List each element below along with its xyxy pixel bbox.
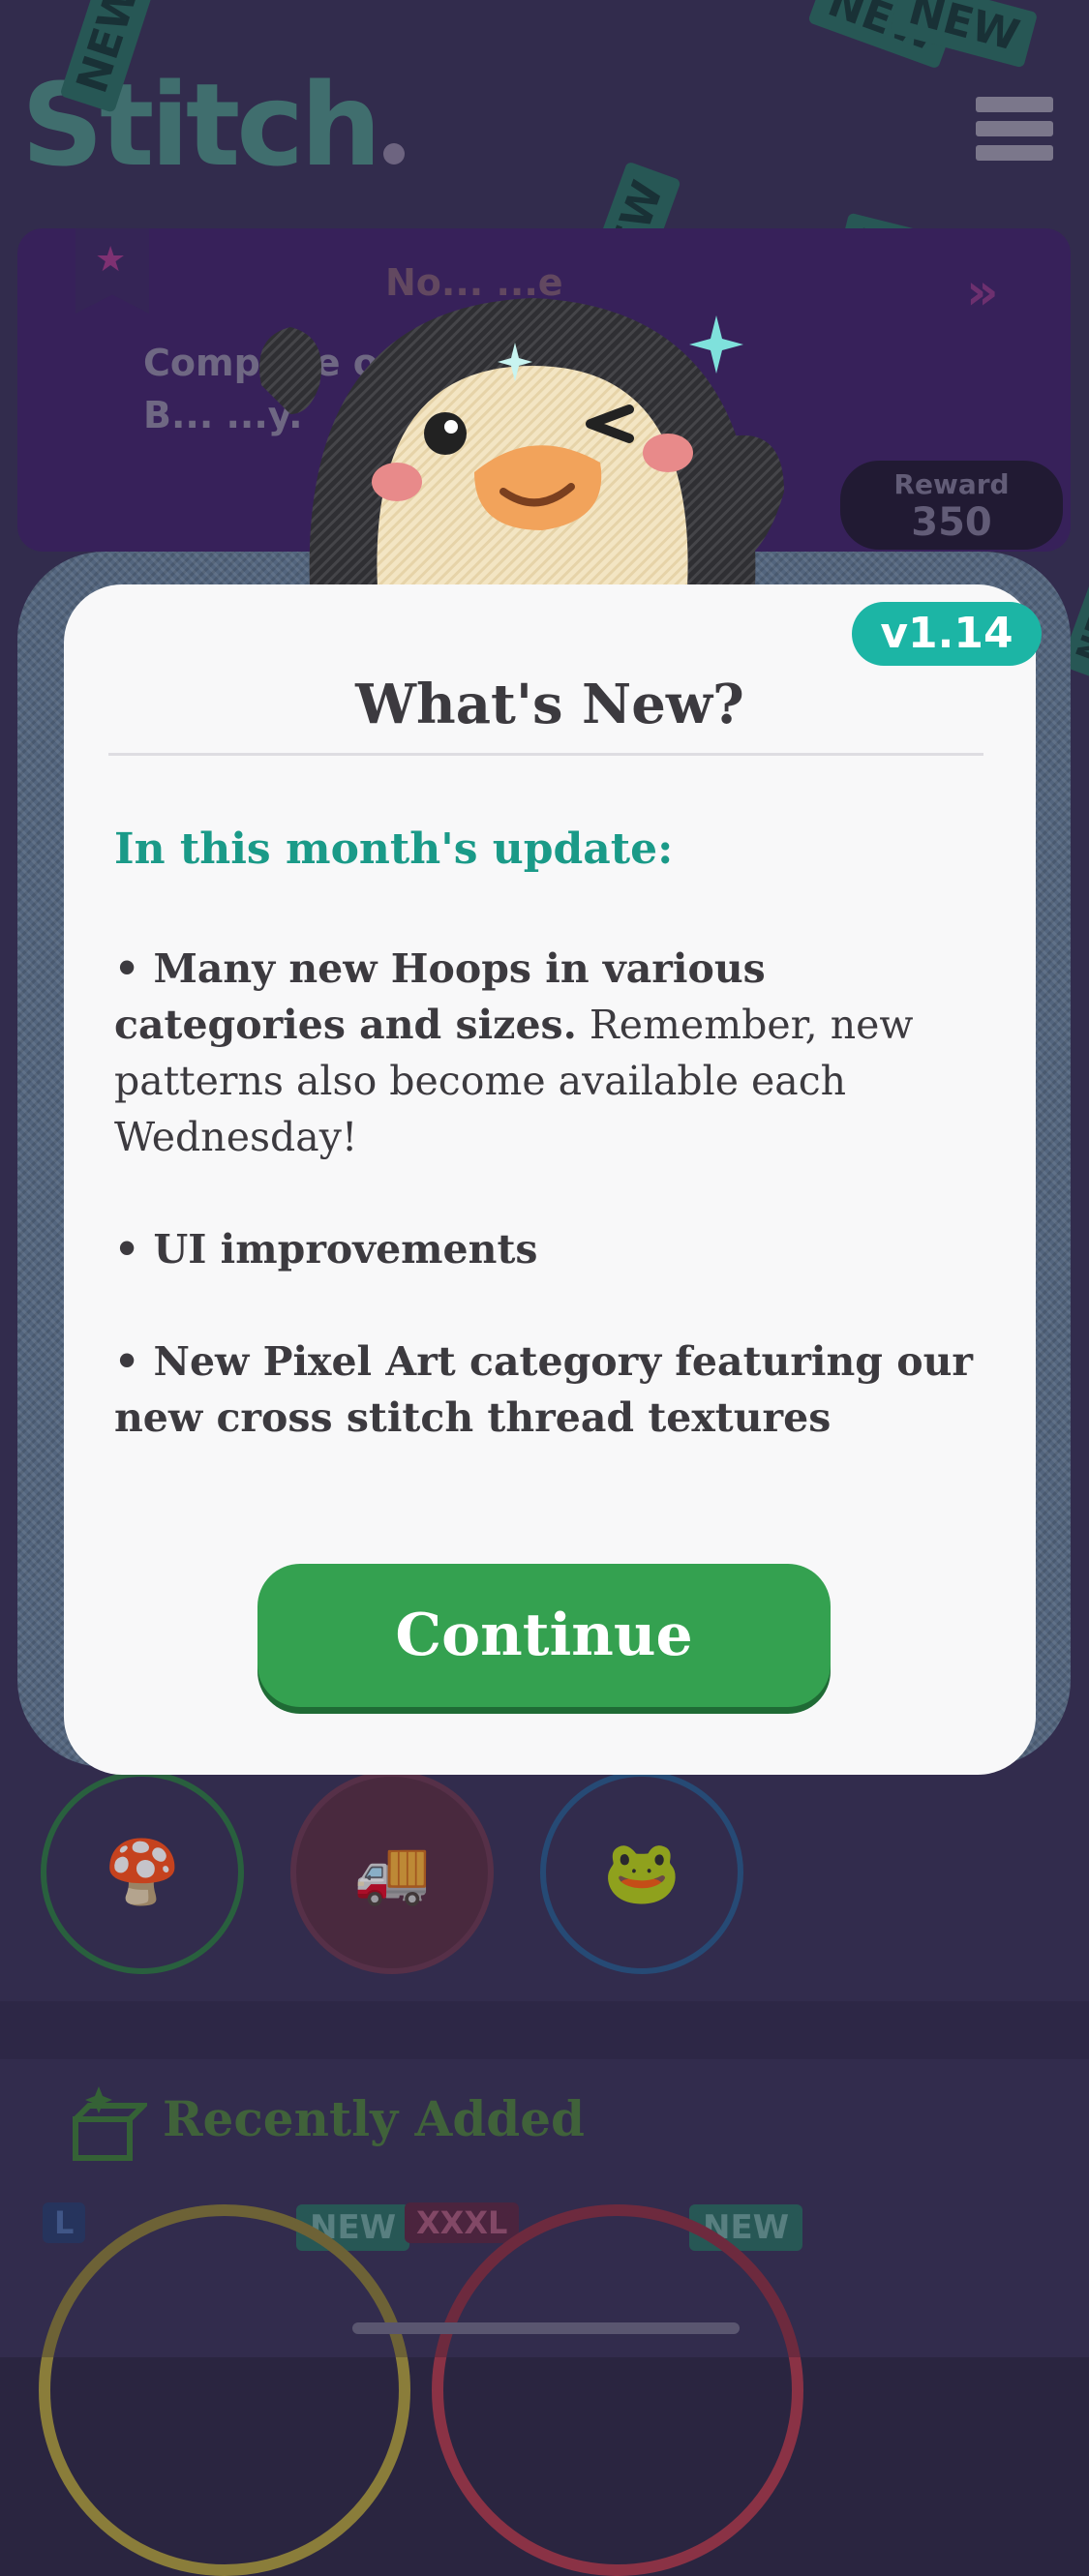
hamburger-icon[interactable] — [976, 97, 1053, 172]
reward-value: 350 — [911, 500, 992, 545]
update-item: • Many new Hoops in various categories a… — [114, 945, 914, 1160]
update-item: • New Pixel Art category featuring our n… — [114, 1338, 974, 1441]
update-item: • UI improvements — [114, 1226, 538, 1273]
pattern-hoop[interactable] — [39, 2204, 410, 2576]
category-truck[interactable]: 🚚 — [290, 1771, 494, 1974]
category-frog[interactable]: 🐸 — [540, 1771, 743, 1974]
size-badge: L — [43, 2202, 86, 2243]
version-badge: v1.14 — [852, 602, 1042, 666]
frog-icon: 🐸 — [603, 1837, 681, 1909]
penguin-mascot-icon — [259, 298, 784, 588]
pattern-hoop[interactable] — [432, 2204, 803, 2576]
category-row: 🍄 🚚 🐸 — [0, 1771, 1089, 1993]
mushroom-icon: 🍄 — [104, 1837, 181, 1909]
box-sparkle-icon — [73, 2086, 147, 2161]
recently-added-title: Recently Added — [163, 2090, 586, 2147]
modal-subtitle: In this month's update: — [114, 824, 674, 874]
update-list: • Many new Hoops in various categories a… — [114, 941, 985, 1502]
bookmark-ribbon: ★ — [76, 228, 149, 314]
continue-button[interactable]: Continue — [257, 1564, 831, 1707]
modal-divider — [108, 753, 983, 756]
star-icon: ★ — [95, 240, 127, 280]
home-indicator[interactable] — [352, 2322, 740, 2334]
size-badge: XXXL — [405, 2202, 520, 2243]
reward-label: Reward — [893, 468, 1010, 500]
category-mushroom[interactable]: 🍄 — [41, 1771, 244, 1974]
modal-title: What's New? — [355, 673, 744, 736]
section-divider — [0, 2001, 1089, 2059]
chevron-right-icon: » — [966, 263, 999, 321]
reward-box: Reward 350 — [840, 461, 1063, 550]
truck-icon: 🚚 — [353, 1837, 431, 1909]
